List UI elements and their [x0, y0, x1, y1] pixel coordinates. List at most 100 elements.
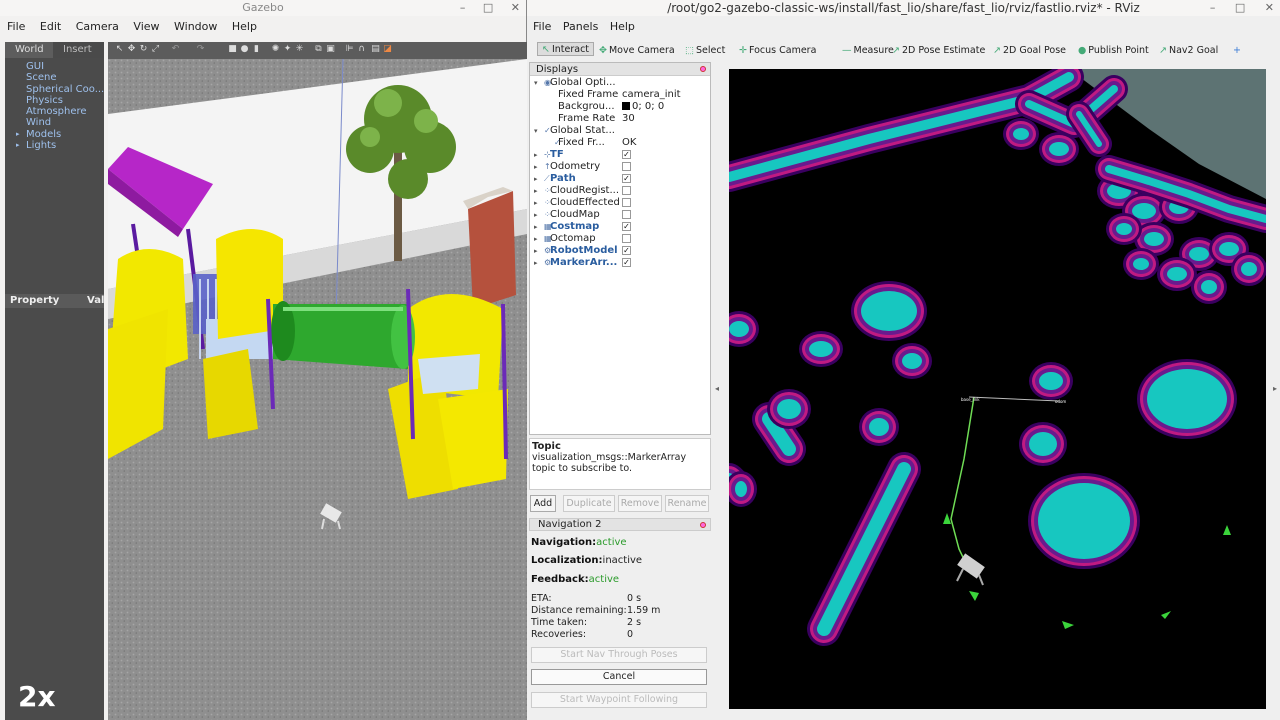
close-icon[interactable]: ✕	[1265, 1, 1274, 14]
expand-arrow-icon[interactable]: ▸	[534, 185, 538, 197]
display-row[interactable]: ▸ ⁘ CloudMap	[530, 209, 712, 221]
tool-2d-goal-pose[interactable]: ↗ 2D Goal Pose	[993, 44, 1066, 58]
expand-arrow-icon[interactable]: ▸	[534, 233, 538, 245]
minimize-icon[interactable]: –	[1210, 1, 1216, 14]
display-row[interactable]: ▸ ⁘ CloudEffected	[530, 197, 712, 209]
collapse-arrow-icon[interactable]: ▾	[534, 77, 538, 89]
panel-close-icon[interactable]	[700, 522, 706, 528]
rviz-3d-viewport[interactable]: base_link odom	[729, 69, 1266, 709]
duplicate-display-button[interactable]: Duplicate	[563, 495, 615, 512]
world-tree-item[interactable]: ▸ Models	[16, 129, 104, 140]
remove-display-button[interactable]: Remove	[618, 495, 662, 512]
maximize-icon[interactable]: □	[1235, 1, 1245, 14]
maximize-icon[interactable]: □	[483, 1, 493, 14]
display-row[interactable]: ▸ ⁘ CloudRegist...	[530, 185, 712, 197]
copy-icon[interactable]: ⧉	[314, 45, 323, 54]
display-value[interactable]: OK	[622, 137, 636, 149]
display-enabled-checkbox[interactable]	[622, 198, 631, 207]
expand-arrow-icon[interactable]: ▸	[534, 197, 538, 209]
minimize-icon[interactable]: –	[460, 1, 466, 14]
display-enabled-checkbox[interactable]: ✓	[622, 174, 631, 183]
world-tree-item[interactable]: Spherical Coo...	[16, 84, 104, 95]
display-enabled-checkbox[interactable]	[622, 234, 631, 243]
gazebo-3d-viewport[interactable]	[108, 59, 527, 720]
expand-arrow-icon[interactable]: ▸	[534, 245, 538, 257]
collapse-right-icon[interactable]: ▸	[1273, 384, 1277, 393]
menu-window[interactable]: Window	[174, 20, 217, 33]
menu-file[interactable]: File	[7, 20, 25, 33]
add-display-button[interactable]: Add	[530, 495, 556, 512]
expand-arrow-icon[interactable]: ▸	[534, 173, 538, 185]
expand-arrow-icon[interactable]: ▸	[534, 257, 538, 269]
paste-icon[interactable]: ▣	[326, 45, 335, 54]
tool-measure[interactable]: — Measure	[842, 44, 894, 58]
tool-select[interactable]: ⬚ Select	[685, 44, 725, 58]
display-row[interactable]: ▸ ▦ Costmap ✓	[530, 221, 712, 233]
tool-focus-camera[interactable]: ✛ Focus Camera	[739, 44, 816, 58]
align-icon[interactable]: ⊫	[345, 45, 354, 54]
display-row[interactable]: Fixed Frame camera_init	[530, 89, 712, 101]
add-tool-button[interactable]: +	[1233, 44, 1241, 58]
cylinder-shape-icon[interactable]: ▮	[252, 45, 261, 54]
tool-nav2-goal[interactable]: ↗ Nav2 Goal	[1159, 44, 1218, 58]
menu-help[interactable]: Help	[610, 20, 635, 33]
sphere-shape-icon[interactable]: ●	[240, 45, 249, 54]
display-value[interactable]: 0; 0; 0	[622, 101, 664, 113]
display-row[interactable]: ▾ ◉ Global Opti...	[530, 77, 712, 89]
expand-arrow-icon[interactable]: ▸	[16, 129, 20, 140]
rename-display-button[interactable]: Rename	[665, 495, 709, 512]
tab-insert[interactable]: Insert	[53, 42, 104, 58]
tool-move-camera[interactable]: ✥ Move Camera	[599, 44, 675, 58]
world-tree-item[interactable]: Atmosphere	[16, 106, 104, 117]
expand-arrow-icon[interactable]: ▸	[534, 149, 538, 161]
scale-mode-icon[interactable]: ⤢	[151, 45, 160, 54]
tool-2d-pose-estimate[interactable]: ↗ 2D Pose Estimate	[892, 44, 985, 58]
display-row[interactable]: ✓ Fixed Fr... OK	[530, 137, 712, 149]
display-row[interactable]: ▸ ↑ Odometry	[530, 161, 712, 173]
display-row[interactable]: ▾ ✓ Global Stat...	[530, 125, 712, 137]
collapse-left-icon[interactable]: ◂	[715, 384, 719, 393]
menu-file[interactable]: File	[533, 20, 551, 33]
snap-icon[interactable]: ∩	[357, 45, 366, 54]
menu-view[interactable]: View	[133, 20, 159, 33]
start-waypoint-following-button[interactable]: Start Waypoint Following	[531, 692, 707, 708]
display-enabled-checkbox[interactable]: ✓	[622, 222, 631, 231]
world-tree-item[interactable]: Wind	[16, 117, 104, 128]
cancel-button[interactable]: Cancel	[531, 669, 707, 685]
translate-mode-icon[interactable]: ✥	[127, 45, 136, 54]
tab-world[interactable]: World	[5, 42, 53, 58]
world-tree-item[interactable]: ▸ Lights	[16, 140, 104, 151]
undo-icon[interactable]: ↶	[171, 45, 180, 54]
display-row[interactable]: ▸ ⚙ MarkerArr... ✓	[530, 257, 712, 269]
collapse-arrow-icon[interactable]: ▾	[534, 125, 538, 137]
menu-panels[interactable]: Panels	[563, 20, 598, 33]
world-tree-item[interactable]: GUI	[16, 61, 104, 72]
close-icon[interactable]: ✕	[511, 1, 520, 14]
expand-arrow-icon[interactable]: ▸	[534, 161, 538, 173]
world-tree-item[interactable]: Scene	[16, 72, 104, 83]
spot-light-icon[interactable]: ✦	[283, 45, 292, 54]
display-value[interactable]: camera_init	[622, 89, 681, 101]
display-enabled-checkbox[interactable]: ✓	[622, 150, 631, 159]
screenshot-icon[interactable]: ◪	[383, 45, 392, 54]
expand-arrow-icon[interactable]: ▸	[534, 221, 538, 233]
display-row[interactable]: ▸ ⟋ Path ✓	[530, 173, 712, 185]
display-enabled-checkbox[interactable]	[622, 186, 631, 195]
menu-camera[interactable]: Camera	[76, 20, 119, 33]
display-row[interactable]: ▸ ⊹ TF ✓	[530, 149, 712, 161]
display-row[interactable]: ▸ ▦ Octomap	[530, 233, 712, 245]
display-enabled-checkbox[interactable]	[622, 210, 631, 219]
world-tree-item[interactable]: Physics	[16, 95, 104, 106]
display-row[interactable]: ▸ ⚙ RobotModel ✓	[530, 245, 712, 257]
box-shape-icon[interactable]: ■	[228, 45, 237, 54]
start-nav-through-poses-button[interactable]: Start Nav Through Poses	[531, 647, 707, 663]
select-mode-icon[interactable]: ↖	[115, 45, 124, 54]
display-enabled-checkbox[interactable]	[622, 162, 631, 171]
rotate-mode-icon[interactable]: ↻	[139, 45, 148, 54]
display-enabled-checkbox[interactable]: ✓	[622, 246, 631, 255]
display-row[interactable]: Backgrou... 0; 0; 0	[530, 101, 712, 113]
tool-interact[interactable]: ↖ Interact	[537, 42, 595, 56]
camera-view-icon[interactable]: ▤	[371, 45, 380, 54]
display-row[interactable]: Frame Rate 30	[530, 113, 712, 125]
display-value[interactable]: 30	[622, 113, 635, 125]
